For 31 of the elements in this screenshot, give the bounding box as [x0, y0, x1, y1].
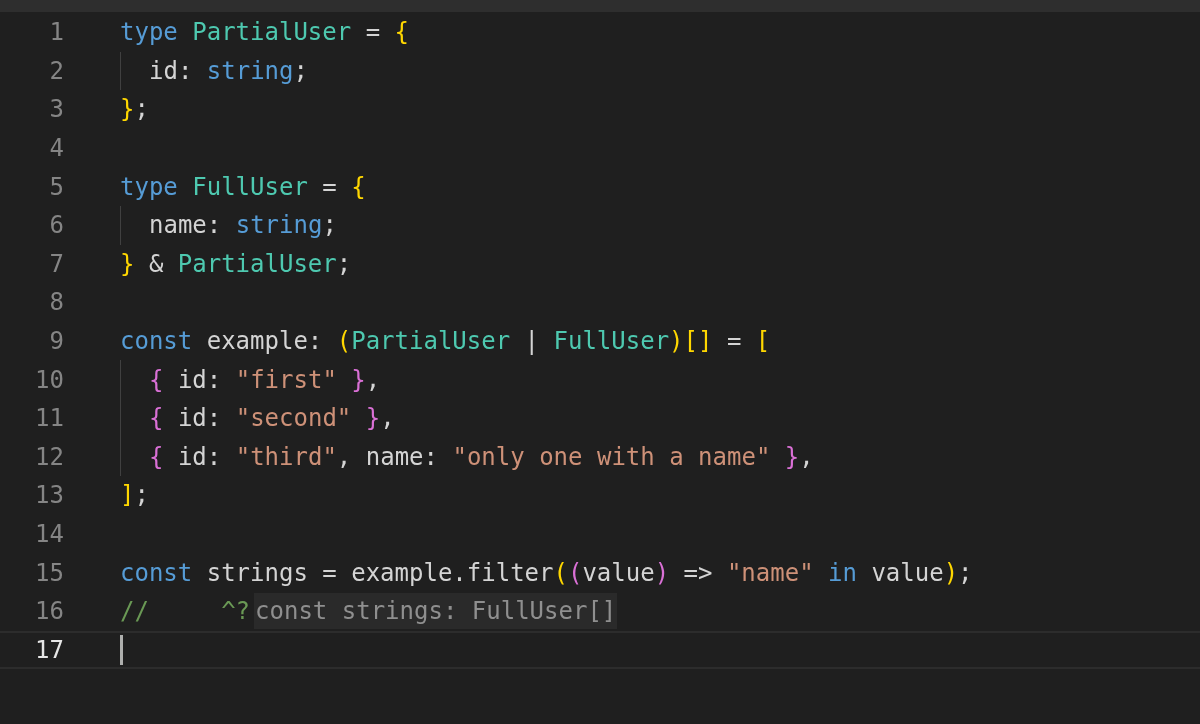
code-line: { id: "second" }, [149, 403, 395, 435]
code-line: { id: "third", name: "only one with a name" }, [149, 441, 814, 473]
code-line: const strings = example.filter((value) => "name" in value); [120, 557, 973, 589]
code-line: const example: (PartialUser | FullUser)[] = [ [120, 326, 771, 358]
line-number: 14 [34, 519, 64, 550]
code-line: ]; [120, 480, 149, 512]
line-number: 2 [48, 55, 64, 87]
line-number: 12 [34, 441, 64, 473]
line-number: 16 [34, 596, 64, 628]
code-line: }; [120, 94, 149, 126]
line-number: 8 [48, 287, 64, 319]
line-number: 1 [48, 17, 64, 49]
code-line: { id: "first" }, [149, 364, 381, 396]
code-line: name: string; [149, 210, 337, 242]
code-line: id: string; [149, 55, 308, 87]
line-number: 6 [48, 210, 64, 242]
code-line: type FullUser = { [120, 171, 366, 203]
line-number: 11 [34, 403, 64, 435]
line-number: 17 [34, 634, 64, 666]
line-number: 15 [34, 557, 64, 589]
code-line: type PartialUser = { [120, 17, 409, 49]
line-number: 4 [48, 133, 64, 165]
line-number: 7 [48, 248, 64, 280]
line-number: 3 [48, 94, 64, 126]
line-number: 5 [48, 171, 64, 203]
line-number: 9 [48, 326, 64, 358]
line-number: 10 [34, 364, 64, 396]
line-number: 13 [34, 480, 64, 512]
code-line: } & PartialUser; [120, 248, 352, 280]
code-comment: // ^? [120, 596, 251, 628]
inlay-hint: const strings: FullUser[] [254, 593, 618, 630]
